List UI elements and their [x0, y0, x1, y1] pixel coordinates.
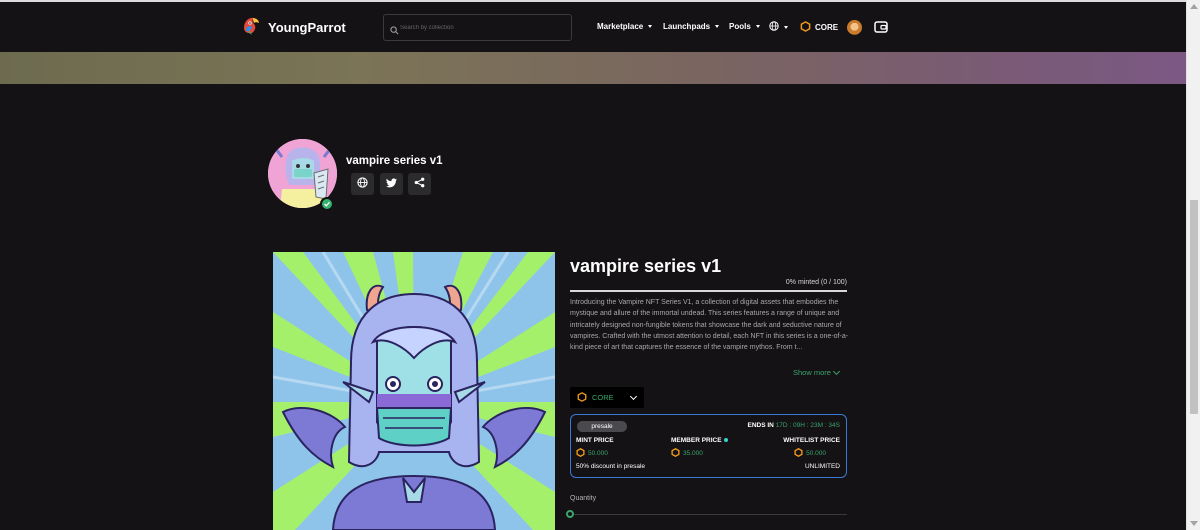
mint-limit-text: UNLIMITED	[804, 463, 840, 470]
website-button[interactable]	[351, 173, 374, 195]
member-price-value: 35.000	[683, 450, 703, 457]
chevron-down-icon	[629, 392, 638, 401]
avatar[interactable]	[847, 20, 862, 35]
whitelist-price: 50.000	[794, 447, 826, 459]
show-more-label: Show more	[793, 368, 831, 377]
collection-description: Introducing the Vampire NFT Series V1, a…	[570, 299, 849, 352]
nav-launchpads[interactable]: Launchpads	[663, 22, 720, 31]
member-price-header: MEMBER PRICE	[671, 437, 728, 444]
chevron-down-icon	[784, 25, 788, 29]
chain-label: CORE	[815, 23, 839, 32]
chain-dropdown-label: CORE	[592, 393, 614, 402]
quantity-label: Quantity	[570, 495, 597, 502]
chain-dropdown[interactable]: CORE	[570, 387, 644, 408]
countdown-label: ENDS IN	[747, 422, 774, 429]
page: YoungParrot Marketplace Launchpads Pools	[0, 0, 1186, 530]
page-scrollbar[interactable]	[1186, 0, 1200, 530]
countdown-value: 17D : 09H : 23M : 34S	[775, 422, 840, 429]
whitelist-price-label: WHITELIST PRICE	[783, 437, 840, 444]
brand-name: YoungParrot	[268, 20, 346, 35]
twitter-button[interactable]	[380, 173, 403, 195]
chevron-down-icon	[755, 25, 760, 28]
scrollbar-thumb[interactable]	[1190, 200, 1198, 414]
whitelist-price-value: 50.000	[806, 450, 826, 457]
core-hex-icon	[576, 447, 585, 459]
core-hex-icon	[794, 447, 803, 459]
parrot-logo-icon	[240, 14, 262, 41]
minted-progress-bar	[570, 290, 847, 292]
nft-preview-image	[273, 252, 555, 530]
core-hex-icon	[800, 21, 811, 34]
search-input[interactable]	[400, 21, 560, 35]
mint-price: 50.000	[576, 447, 608, 459]
chevron-down-icon	[832, 367, 840, 375]
info-dot-icon[interactable]	[723, 438, 728, 443]
wallet-icon[interactable]	[874, 20, 888, 39]
language-selector[interactable]	[769, 21, 788, 33]
verified-badge-icon	[320, 197, 334, 211]
share-button[interactable]	[408, 173, 431, 195]
countdown: ENDS IN 17D : 09H : 23M : 34S	[748, 422, 841, 429]
mint-price-value: 50.000	[588, 450, 608, 457]
globe-icon	[769, 21, 779, 33]
chevron-down-icon	[715, 25, 720, 28]
core-hex-icon	[577, 391, 587, 404]
show-more-button[interactable]: Show more	[793, 367, 840, 377]
share-icon	[414, 175, 425, 193]
nav-pools-label: Pools	[729, 22, 751, 31]
brand-logo[interactable]: YoungParrot	[240, 14, 346, 41]
quantity-slider-handle[interactable]	[566, 510, 574, 518]
nav-marketplace-label: Marketplace	[597, 22, 644, 31]
collection-banner	[0, 52, 1186, 84]
mint-price-label: MINT PRICE	[576, 437, 614, 444]
core-hex-icon	[671, 447, 680, 459]
quantity-slider-track[interactable]	[570, 514, 847, 515]
nav-pools[interactable]: Pools	[729, 22, 760, 31]
chain-selector[interactable]: CORE	[800, 21, 838, 34]
scroll-down-arrow-icon[interactable]	[1190, 521, 1198, 526]
mint-phase-card: presale ENDS IN 17D : 09H : 23M : 34S MI…	[570, 414, 847, 478]
search-icon	[390, 22, 399, 40]
search-box[interactable]	[383, 14, 572, 41]
nav-launchpads-label: Launchpads	[663, 22, 711, 31]
nav-marketplace[interactable]: Marketplace	[597, 22, 653, 31]
globe-icon	[357, 175, 368, 193]
phase-badge: presale	[577, 421, 627, 432]
top-navbar: YoungParrot Marketplace Launchpads Pools	[0, 0, 1186, 52]
minted-progress-text: 0% minted (0 / 100)	[785, 279, 847, 286]
member-price-label: MEMBER PRICE	[671, 437, 722, 444]
scroll-up-arrow-icon[interactable]	[1190, 4, 1198, 9]
chevron-down-icon	[648, 25, 653, 28]
member-price: 35.000	[671, 447, 703, 459]
collection-name: vampire series v1	[346, 155, 443, 167]
discount-text: 50% discount in presale	[576, 463, 646, 470]
twitter-icon	[386, 175, 397, 193]
collection-title: vampire series v1	[570, 256, 722, 276]
